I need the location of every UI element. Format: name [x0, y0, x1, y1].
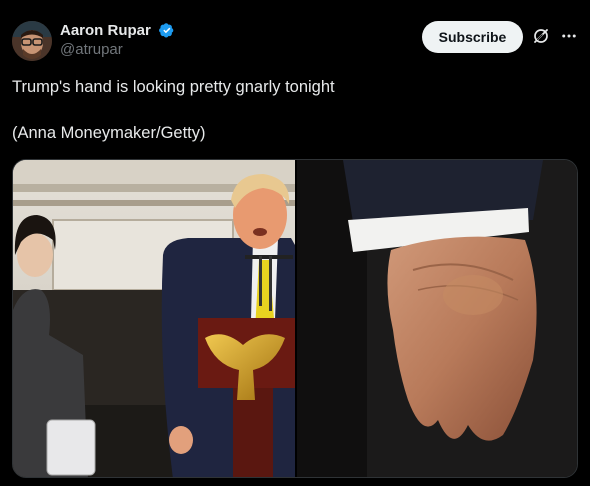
author-display-name[interactable]: Aaron Rupar — [60, 22, 151, 39]
photo-hand-closeup[interactable] — [297, 160, 578, 478]
tweet-text-line-2: (Anna Moneymaker/Getty) — [12, 124, 206, 142]
author-handle[interactable]: @atrupar — [60, 41, 176, 58]
subscribe-button[interactable]: Subscribe — [422, 21, 523, 53]
avatar[interactable] — [12, 21, 52, 61]
tweet-header: Aaron Rupar @atrupar Subscribe — [12, 18, 578, 62]
photo-podium[interactable] — [13, 160, 295, 478]
grok-icon[interactable] — [532, 27, 550, 45]
more-options-icon[interactable] — [560, 27, 578, 45]
verified-badge-icon — [159, 23, 174, 38]
tweet-text: Trump's hand is looking pretty gnarly to… — [12, 76, 578, 144]
tweet-text-line-1: Trump's hand is looking pretty gnarly to… — [12, 78, 335, 96]
media-grid[interactable] — [12, 159, 578, 478]
author-info[interactable]: Aaron Rupar @atrupar — [60, 21, 176, 58]
